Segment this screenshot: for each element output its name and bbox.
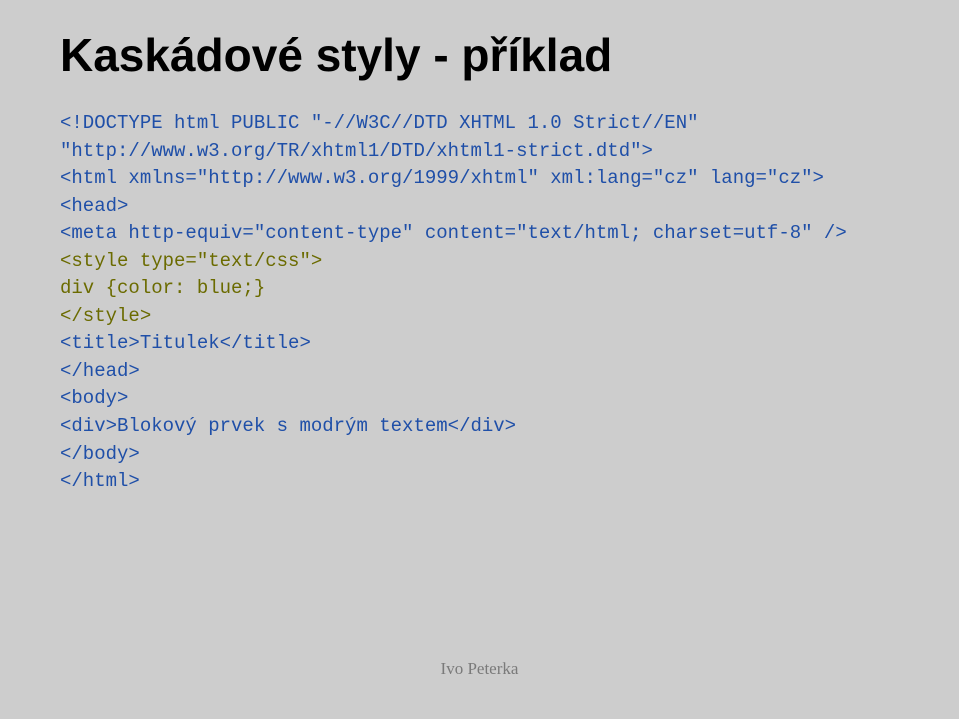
footer-author: Ivo Peterka xyxy=(0,659,959,679)
slide-title: Kaskádové styly - příklad xyxy=(60,28,899,82)
code-line: </head> xyxy=(60,360,140,382)
code-line: <!DOCTYPE html PUBLIC "-//W3C//DTD XHTML… xyxy=(60,112,699,134)
code-line: "http://www.w3.org/TR/xhtml1/DTD/xhtml1-… xyxy=(60,140,653,162)
code-line: </html> xyxy=(60,470,140,492)
code-line: <head> xyxy=(60,195,128,217)
code-line: <meta http-equiv="content-type" content=… xyxy=(60,222,847,244)
code-line: div {color: blue;} xyxy=(60,277,265,299)
code-line: </body> xyxy=(60,443,140,465)
code-line: <div>Blokový prvek s modrým textem</div> xyxy=(60,415,516,437)
code-line: <style type="text/css"> xyxy=(60,250,322,272)
code-line: <title>Titulek</title> xyxy=(60,332,311,354)
code-line: <html xmlns="http://www.w3.org/1999/xhtm… xyxy=(60,167,824,189)
slide: Kaskádové styly - příklad <!DOCTYPE html… xyxy=(0,0,959,719)
code-example: <!DOCTYPE html PUBLIC "-//W3C//DTD XHTML… xyxy=(60,110,899,496)
code-line: </style> xyxy=(60,305,151,327)
code-line: <body> xyxy=(60,387,128,409)
